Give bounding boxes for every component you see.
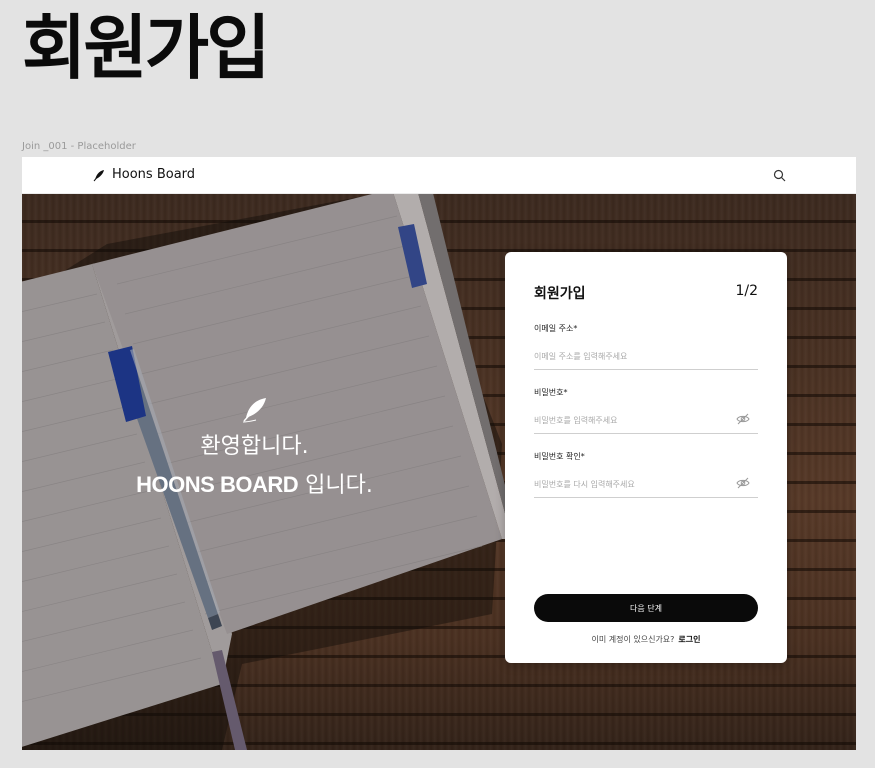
frame-label: Join _001 - Placeholder — [22, 141, 136, 152]
login-prompt-row: 이미 계정이 있으신가요? 로그인 — [505, 634, 787, 645]
password-label: 비밀번호* — [534, 388, 568, 397]
email-input-row — [534, 344, 758, 370]
search-icon[interactable] — [773, 169, 786, 182]
brand-highlight: HOONS BOARD — [136, 472, 299, 497]
password-confirm-input-row — [534, 472, 758, 498]
brand-logo[interactable]: Hoons Board — [92, 167, 195, 182]
navbar: Hoons Board — [22, 157, 856, 194]
password-field: 비밀번호* — [534, 387, 758, 434]
password-input-row — [534, 408, 758, 434]
welcome-line-2: HOONS BOARD 입니다. — [122, 470, 387, 501]
welcome-message: 환영합니다. HOONS BOARD 입니다. — [122, 394, 387, 501]
app-frame: Hoons Board 환영합니다. HOONS BOARD 입니다. 회원가입… — [22, 157, 856, 750]
eye-off-icon[interactable] — [736, 477, 750, 489]
login-link[interactable]: 로그인 — [678, 635, 700, 644]
password-confirm-field: 비밀번호 확인* — [534, 451, 758, 498]
hero-background: 환영합니다. HOONS BOARD 입니다. 회원가입 1/2 이메일 주소*… — [22, 194, 856, 750]
password-input[interactable] — [534, 409, 758, 432]
feather-icon — [242, 398, 266, 423]
step-indicator: 1/2 — [735, 283, 758, 299]
signup-card: 회원가입 1/2 이메일 주소* 비밀번호* — [505, 252, 787, 663]
card-title: 회원가입 — [534, 286, 586, 302]
email-label: 이메일 주소* — [534, 324, 578, 333]
welcome-line-1: 환영합니다. — [200, 434, 309, 459]
welcome-suffix: 입니다. — [298, 473, 373, 498]
email-field: 이메일 주소* — [534, 323, 758, 370]
password-confirm-label: 비밀번호 확인* — [534, 452, 585, 461]
next-step-button[interactable]: 다음 단계 — [534, 594, 758, 622]
brand-name: Hoons Board — [112, 167, 196, 182]
password-confirm-input[interactable] — [534, 473, 758, 496]
feather-icon — [93, 169, 104, 181]
login-prompt: 이미 계정이 있으신가요? — [591, 635, 675, 644]
page-title: 회원가입 — [22, 7, 271, 89]
eye-off-icon[interactable] — [736, 413, 750, 425]
email-input[interactable] — [534, 345, 758, 368]
